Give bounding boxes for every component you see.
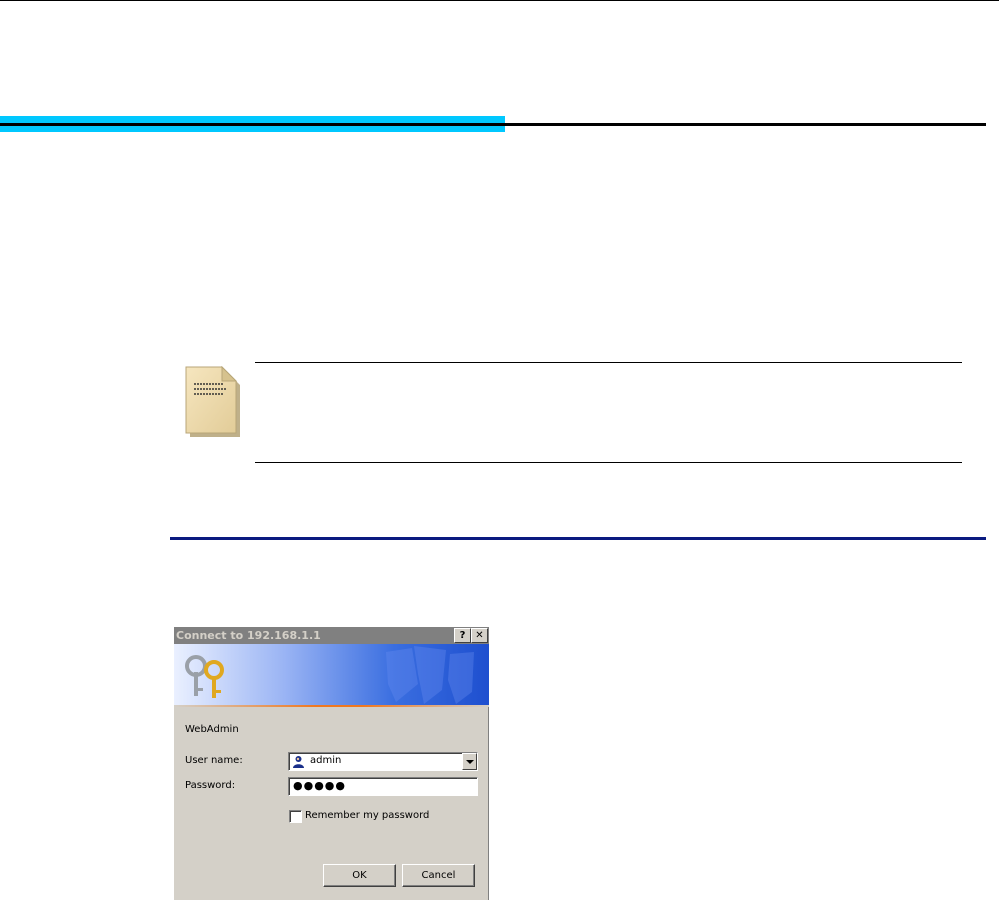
chevron-down-icon[interactable] <box>462 753 477 770</box>
close-button[interactable]: ✕ <box>471 628 488 643</box>
realm-caption: WebAdmin <box>185 724 239 735</box>
banner-accent-line <box>174 705 489 707</box>
password-label: Password: <box>185 780 236 791</box>
page-top-rule <box>0 0 999 1</box>
user-icon <box>292 755 305 768</box>
username-label: User name: <box>185 755 243 766</box>
note-page-icon <box>185 366 240 437</box>
note-rule-top <box>255 362 962 363</box>
password-value: ●●●●● <box>293 779 346 792</box>
dialog-title: Connect to 192.168.1.1 <box>176 629 321 642</box>
section-rule <box>170 537 986 540</box>
note-rule-bottom <box>255 462 962 463</box>
dialog-banner <box>174 644 489 705</box>
ok-button[interactable]: OK <box>323 864 396 887</box>
cancel-button[interactable]: Cancel <box>402 864 475 887</box>
login-dialog: Connect to 192.168.1.1 ? ✕ WebAdmin User… <box>173 626 489 900</box>
help-button[interactable]: ? <box>454 628 471 643</box>
remember-password-checkbox[interactable] <box>289 810 302 823</box>
remember-password-label[interactable]: Remember my password <box>305 810 429 821</box>
heading-accent-bar <box>0 116 505 132</box>
password-field[interactable]: ●●●●● <box>288 777 478 796</box>
dialog-title-bar[interactable]: Connect to 192.168.1.1 ? ✕ <box>174 627 489 644</box>
username-combobox[interactable]: admin <box>288 752 478 771</box>
username-value: admin <box>310 755 342 766</box>
